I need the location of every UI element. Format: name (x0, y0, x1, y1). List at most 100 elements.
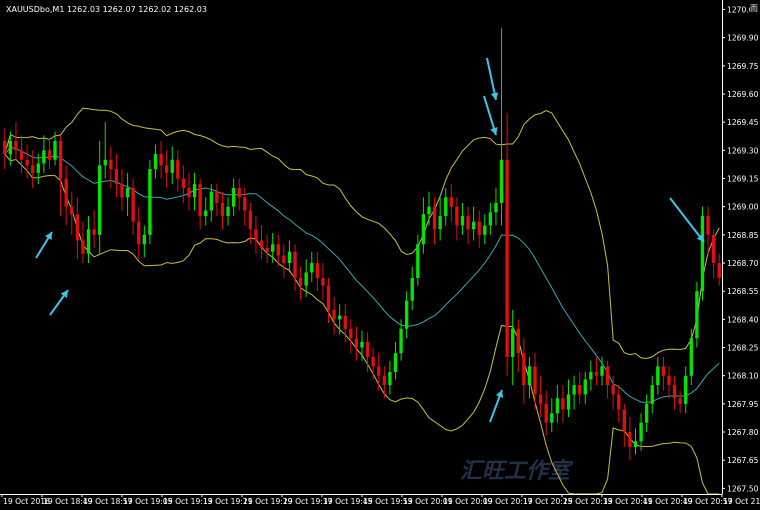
candle-body (689, 338, 693, 376)
candle (120, 169, 124, 211)
candle (25, 144, 29, 179)
candle (471, 206, 476, 241)
candle-body (711, 234, 716, 264)
candle (315, 251, 320, 292)
candle-body (650, 385, 654, 404)
candle-body (64, 178, 68, 207)
price-tick-label: 1269.90 (727, 34, 759, 43)
candle (187, 172, 191, 211)
candle-body (81, 240, 85, 254)
candle (650, 375, 654, 414)
candle-body (371, 356, 375, 367)
candle (516, 319, 520, 372)
signal-arrow (483, 95, 498, 136)
candle (321, 263, 325, 301)
candle (544, 390, 548, 436)
candle-body (550, 413, 554, 423)
candle-body (483, 225, 487, 235)
candle (282, 244, 286, 279)
candle-body (410, 278, 414, 301)
candle-body (120, 184, 124, 198)
candle-body (310, 263, 314, 273)
candle (47, 139, 52, 170)
candle-body (706, 216, 710, 235)
candle-body (555, 398, 560, 414)
candle-body (226, 206, 230, 217)
candle (689, 328, 693, 386)
candle (438, 197, 442, 241)
candle-body (594, 371, 599, 376)
candle (639, 413, 643, 451)
candle-body (170, 159, 174, 173)
candle-body (293, 251, 297, 279)
candle-body (153, 154, 158, 170)
signal-arrow-shaft (669, 197, 705, 243)
candle-body (365, 341, 370, 357)
candle-body (8, 140, 13, 155)
candle (64, 165, 68, 226)
signal-arrow (669, 197, 705, 243)
candle (164, 150, 169, 188)
candle-body (181, 178, 186, 188)
candle-body (343, 315, 347, 329)
candle-body (566, 394, 571, 410)
candle-body (471, 221, 476, 230)
candle (695, 281, 699, 348)
candle (265, 234, 269, 264)
candle-body (192, 184, 197, 198)
candle-body (639, 422, 643, 442)
candle (220, 191, 225, 230)
price-tick-label: 1268.10 (727, 372, 759, 381)
candle-body (416, 244, 420, 279)
candle (176, 150, 180, 192)
candle-body (198, 184, 202, 217)
price-tick-label: 1268.85 (727, 231, 759, 240)
candle-body (377, 366, 381, 376)
candle-body (3, 140, 7, 155)
candle (711, 229, 716, 279)
candle-body (114, 169, 119, 185)
candle-body (578, 385, 582, 395)
candle (215, 184, 219, 217)
candle (427, 191, 431, 226)
candle-body (477, 221, 481, 235)
candle (109, 146, 113, 188)
candle-body (209, 191, 213, 211)
candle-body (667, 375, 671, 386)
candle-body (75, 214, 80, 241)
candle (578, 371, 582, 404)
candle (550, 398, 554, 433)
candle (338, 304, 342, 335)
candle-body (633, 441, 638, 448)
candle-body (332, 309, 336, 320)
candle-body (287, 251, 292, 264)
price-tick-label: 1268.70 (727, 259, 759, 268)
candle-body (511, 328, 515, 357)
candle (644, 394, 649, 433)
price-tick-label: 1269.15 (727, 175, 759, 184)
candle (661, 356, 666, 391)
candle (137, 206, 141, 260)
candle-body (204, 210, 208, 217)
price-chart[interactable]: 汇旺工作室 1270.051269.901269.751269.601269.4… (0, 0, 760, 510)
candle (92, 210, 96, 248)
candle-body (583, 379, 587, 395)
candle-body (47, 150, 52, 160)
candle (198, 178, 202, 230)
candle (466, 206, 470, 245)
candle-body (92, 229, 96, 235)
candle-body (19, 150, 24, 160)
candle-body (505, 159, 509, 357)
candle-body (600, 366, 604, 376)
candle (231, 178, 236, 217)
price-tick-label: 1267.95 (727, 400, 759, 409)
candle-body (70, 206, 74, 215)
candle-body (109, 159, 113, 170)
candle-body (231, 187, 236, 207)
candle-body (326, 285, 331, 310)
price-tick-label: 1269.00 (727, 203, 759, 212)
candle-body (304, 272, 308, 286)
candle-body (237, 187, 241, 198)
candle-body (103, 159, 107, 166)
candle-body (393, 353, 398, 372)
